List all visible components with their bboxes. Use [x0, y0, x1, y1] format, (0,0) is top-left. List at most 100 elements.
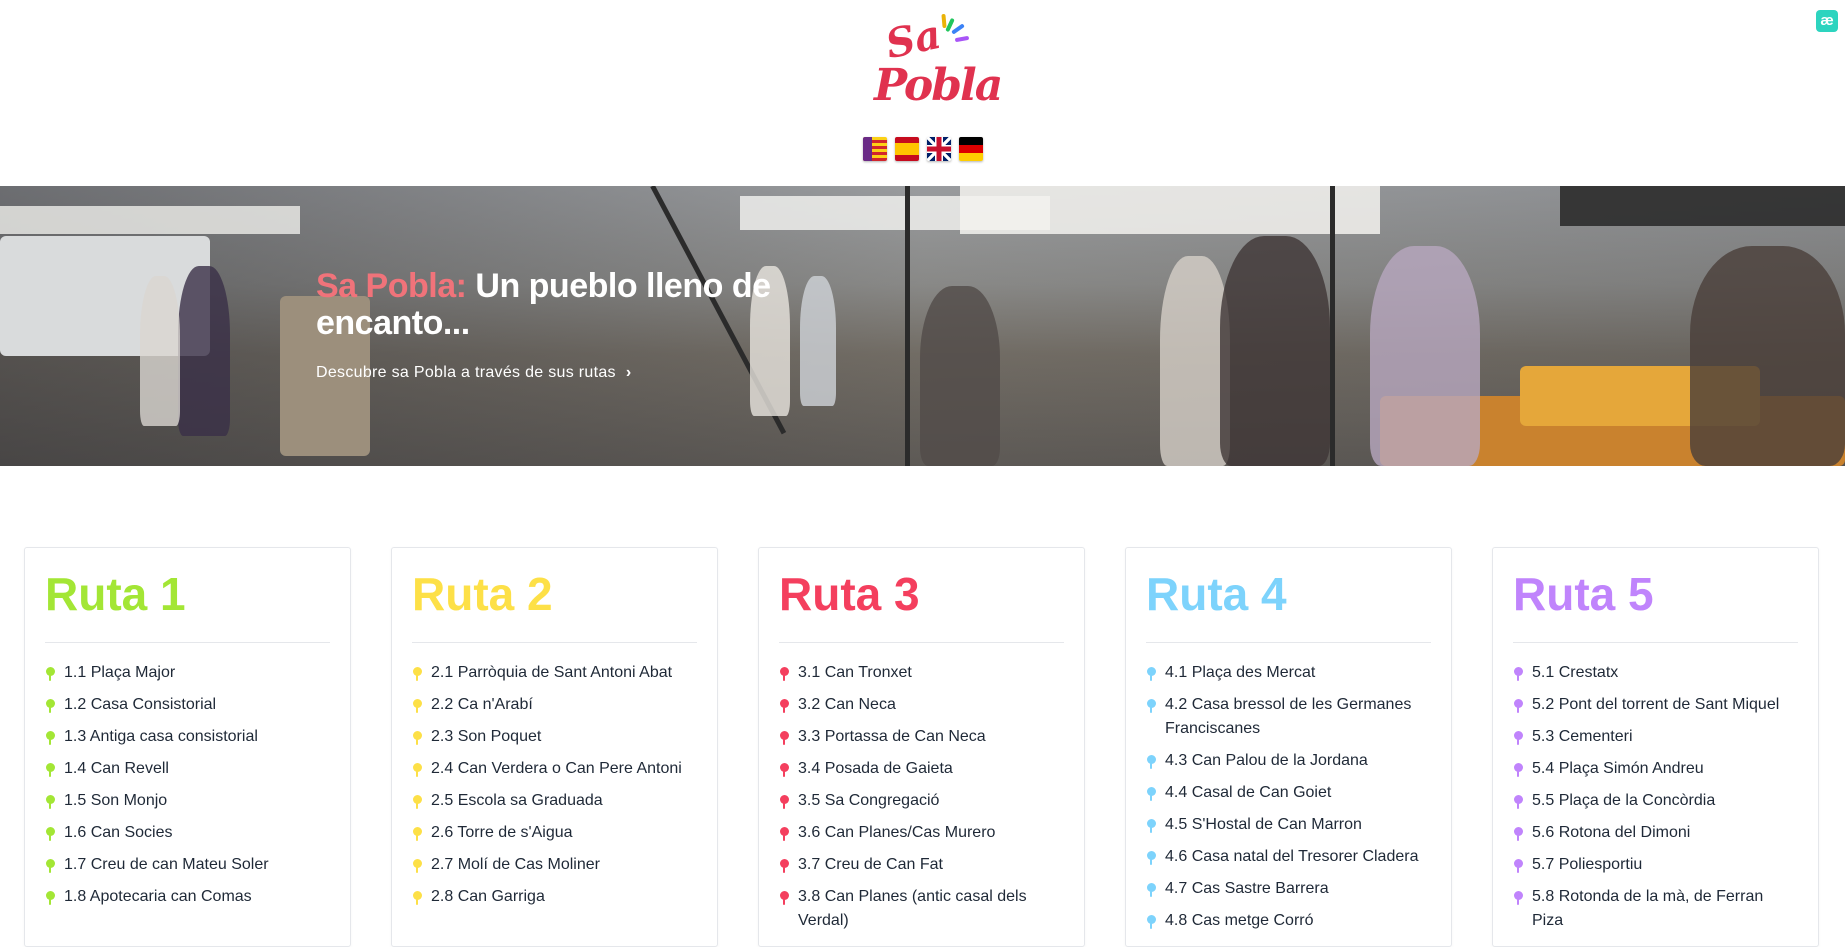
route-title[interactable]: Ruta 5 — [1513, 568, 1798, 620]
map-pin-icon — [1147, 699, 1156, 713]
divider — [779, 642, 1064, 643]
discover-routes-link[interactable]: Descubre sa Pobla a través de sus rutas … — [316, 364, 632, 382]
route-stop-item[interactable]: 4.5 S'Hostal de Can Marron — [1146, 813, 1431, 837]
route-stop-label: 5.6 Rotona del Dimoni — [1532, 824, 1691, 841]
route-stop-item[interactable]: 1.4 Can Revell — [45, 757, 330, 781]
discover-routes-label: Descubre sa Pobla a través de sus rutas — [316, 364, 616, 381]
map-pin-icon — [1514, 763, 1523, 777]
route-stop-label: 5.5 Plaça de la Concòrdia — [1532, 792, 1716, 809]
route-stop-item[interactable]: 4.2 Casa bressol de les Germanes Francis… — [1146, 693, 1431, 741]
route-stop-item[interactable]: 1.1 Plaça Major — [45, 661, 330, 685]
route-stop-item[interactable]: 2.8 Can Garriga — [412, 885, 697, 909]
route-stop-item[interactable]: 1.3 Antiga casa consistorial — [45, 725, 330, 749]
route-stop-item[interactable]: 2.5 Escola sa Graduada — [412, 789, 697, 813]
route-stop-item[interactable]: 1.5 Son Monjo — [45, 789, 330, 813]
route-stop-item[interactable]: 1.7 Creu de can Mateu Soler — [45, 853, 330, 877]
map-pin-icon — [780, 827, 789, 841]
map-pin-icon — [46, 827, 55, 841]
map-pin-icon — [1147, 915, 1156, 929]
route-title[interactable]: Ruta 3 — [779, 568, 1064, 620]
map-pin-icon — [46, 699, 55, 713]
map-pin-icon — [413, 827, 422, 841]
route-card-3: Ruta 3 3.1 Can Tronxet 3.2 Can Neca 3.3 Po… — [758, 547, 1085, 947]
route-stop-label: 3.8 Can Planes (antic casal dels Verdal) — [798, 888, 1027, 929]
sa-pobla-logo[interactable]: Sa Pobla — [868, 11, 1003, 124]
route-stop-item[interactable]: 1.8 Apotecaria can Comas — [45, 885, 330, 909]
route-stop-item[interactable]: 5.2 Pont del torrent de Sant Miquel — [1513, 693, 1798, 717]
route-stop-label: 3.4 Posada de Gaieta — [798, 760, 953, 777]
map-pin-icon — [1147, 819, 1156, 833]
route-stop-label: 3.2 Can Neca — [798, 696, 896, 713]
route-stop-item[interactable]: 5.8 Rotonda de la mà, de Ferran Piza — [1513, 885, 1798, 933]
route-stop-item[interactable]: 2.7 Molí de Cas Moliner — [412, 853, 697, 877]
route-title[interactable]: Ruta 2 — [412, 568, 697, 620]
flag-spanish-icon[interactable] — [895, 137, 919, 161]
logo-text-pobla: Pobla — [874, 60, 1003, 111]
hero-banner: Sa Pobla: Un pueblo lleno de encanto... … — [0, 186, 1845, 466]
route-stop-label: 2.5 Escola sa Graduada — [431, 792, 603, 809]
route-stop-label: 4.7 Cas Sastre Barrera — [1165, 880, 1329, 897]
route-card-2: Ruta 2 2.1 Parròquia de Sant Antoni Abat… — [391, 547, 718, 947]
map-pin-icon — [780, 763, 789, 777]
flag-german-icon[interactable] — [959, 137, 983, 161]
route-stop-label: 3.1 Can Tronxet — [798, 664, 912, 681]
route-stop-item[interactable]: 4.1 Plaça des Mercat — [1146, 661, 1431, 685]
routes-grid: Ruta 1 1.1 Plaça Major 1.2 Casa Consistor… — [24, 547, 1819, 947]
route-stop-item[interactable]: 2.6 Torre de s'Aigua — [412, 821, 697, 845]
route-stop-item[interactable]: 4.6 Casa natal del Tresorer Cladera — [1146, 845, 1431, 869]
route-stop-list: 3.1 Can Tronxet 3.2 Can Neca 3.3 Portassa … — [779, 661, 1064, 933]
route-stop-item[interactable]: 5.7 Poliesportiu — [1513, 853, 1798, 877]
route-title[interactable]: Ruta 1 — [45, 568, 330, 620]
map-pin-icon — [413, 699, 422, 713]
route-stop-label: 2.3 Son Poquet — [431, 728, 542, 745]
route-stop-item[interactable]: 1.6 Can Socies — [45, 821, 330, 845]
route-stop-item[interactable]: 4.4 Casal de Can Goiet — [1146, 781, 1431, 805]
map-pin-icon — [46, 891, 55, 905]
route-stop-label: 5.1 Crestatx — [1532, 664, 1619, 681]
map-pin-icon — [1514, 731, 1523, 745]
route-stop-item[interactable]: 4.8 Cas metge Corró — [1146, 909, 1431, 933]
route-stop-label: 1.4 Can Revell — [64, 760, 169, 777]
divider — [412, 642, 697, 643]
route-stop-label: 4.4 Casal de Can Goiet — [1165, 784, 1332, 801]
route-stop-item[interactable]: 3.5 Sa Congregació — [779, 789, 1064, 813]
route-stop-item[interactable]: 2.2 Ca n'Arabí — [412, 693, 697, 717]
route-stop-list: 4.1 Plaça des Mercat 4.2 Casa bressol de … — [1146, 661, 1431, 933]
route-stop-item[interactable]: 4.7 Cas Sastre Barrera — [1146, 877, 1431, 901]
route-stop-item[interactable]: 2.3 Son Poquet — [412, 725, 697, 749]
map-pin-icon — [1147, 851, 1156, 865]
route-stop-item[interactable]: 2.4 Can Verdera o Can Pere Antoni — [412, 757, 697, 781]
route-stop-item[interactable]: 5.4 Plaça Simón Andreu — [1513, 757, 1798, 781]
route-stop-item[interactable]: 3.6 Can Planes/Cas Murero — [779, 821, 1064, 845]
route-stop-item[interactable]: 3.4 Posada de Gaieta — [779, 757, 1064, 781]
map-pin-icon — [413, 731, 422, 745]
route-stop-item[interactable]: 4.3 Can Palou de la Jordana — [1146, 749, 1431, 773]
route-stop-item[interactable]: 3.1 Can Tronxet — [779, 661, 1064, 685]
route-stop-item[interactable]: 1.2 Casa Consistorial — [45, 693, 330, 717]
route-stop-item[interactable]: 3.8 Can Planes (antic casal dels Verdal) — [779, 885, 1064, 933]
route-stop-item[interactable]: 5.5 Plaça de la Concòrdia — [1513, 789, 1798, 813]
route-stop-item[interactable]: 3.3 Portassa de Can Neca — [779, 725, 1064, 749]
route-title[interactable]: Ruta 4 — [1146, 568, 1431, 620]
route-stop-label: 1.6 Can Socies — [64, 824, 173, 841]
hero-title-brand: Sa Pobla: — [316, 267, 467, 305]
map-pin-icon — [413, 667, 422, 681]
route-stop-label: 3.7 Creu de Can Fat — [798, 856, 943, 873]
route-stop-label: 5.3 Cementeri — [1532, 728, 1633, 745]
route-stop-item[interactable]: 5.1 Crestatx — [1513, 661, 1798, 685]
flag-english-icon[interactable] — [927, 137, 951, 161]
map-pin-icon — [46, 795, 55, 809]
route-stop-item[interactable]: 3.2 Can Neca — [779, 693, 1064, 717]
map-pin-icon — [1147, 787, 1156, 801]
map-pin-icon — [1514, 891, 1523, 905]
route-stop-item[interactable]: 5.3 Cementeri — [1513, 725, 1798, 749]
corner-widget-button[interactable]: æ — [1816, 10, 1838, 32]
map-pin-icon — [1514, 827, 1523, 841]
route-stop-item[interactable]: 3.7 Creu de Can Fat — [779, 853, 1064, 877]
hero-title: Sa Pobla: Un pueblo lleno de encanto... — [316, 268, 776, 342]
route-stop-item[interactable]: 5.6 Rotona del Dimoni — [1513, 821, 1798, 845]
map-pin-icon — [780, 731, 789, 745]
route-stop-item[interactable]: 2.1 Parròquia de Sant Antoni Abat — [412, 661, 697, 685]
flag-catalan-icon[interactable] — [863, 137, 887, 161]
route-stop-label: 5.8 Rotonda de la mà, de Ferran Piza — [1532, 888, 1764, 929]
